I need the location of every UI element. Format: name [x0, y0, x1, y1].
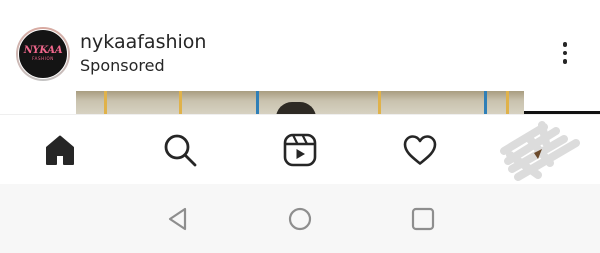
- instagram-feed-screen: NYKAA FASHION nykaafashion Sponsored: [0, 0, 600, 253]
- post-image: [76, 91, 524, 115]
- heart-icon: [403, 135, 437, 165]
- brand-logo: NYKAA FASHION: [18, 29, 68, 79]
- system-back-button[interactable]: [163, 204, 193, 234]
- home-circle-icon: [288, 207, 312, 231]
- brand-logo-sub-text: FASHION: [32, 56, 54, 61]
- nav-profile-button[interactable]: [498, 119, 582, 185]
- system-recents-button[interactable]: [408, 204, 438, 234]
- nav-activity-button[interactable]: [400, 130, 440, 170]
- system-home-button[interactable]: [285, 204, 315, 234]
- brand-logo-main-text: NYKAA: [23, 45, 63, 56]
- home-icon: [46, 135, 74, 165]
- recents-square-icon: [411, 207, 435, 231]
- back-icon: [168, 207, 187, 231]
- nav-search-button[interactable]: [160, 130, 200, 170]
- more-vertical-icon: [562, 42, 568, 47]
- more-vertical-icon-dot: [562, 50, 568, 56]
- more-vertical-icon-dot: [562, 59, 568, 64]
- more-options-button[interactable]: [552, 36, 578, 70]
- nav-home-button[interactable]: [40, 130, 80, 170]
- sponsored-label: Sponsored: [80, 56, 165, 75]
- reels-icon: [283, 133, 317, 167]
- account-name-link[interactable]: nykaafashion: [80, 31, 206, 53]
- search-icon: [164, 134, 197, 167]
- profile-icon: [500, 121, 580, 181]
- post-media[interactable]: [0, 91, 600, 115]
- nav-reels-button[interactable]: [280, 130, 320, 170]
- system-navigation-bar: [0, 184, 600, 253]
- bottom-navigation: [0, 114, 600, 185]
- avatar[interactable]: NYKAA FASHION: [16, 27, 70, 81]
- post-header: NYKAA FASHION nykaafashion Sponsored: [0, 0, 600, 92]
